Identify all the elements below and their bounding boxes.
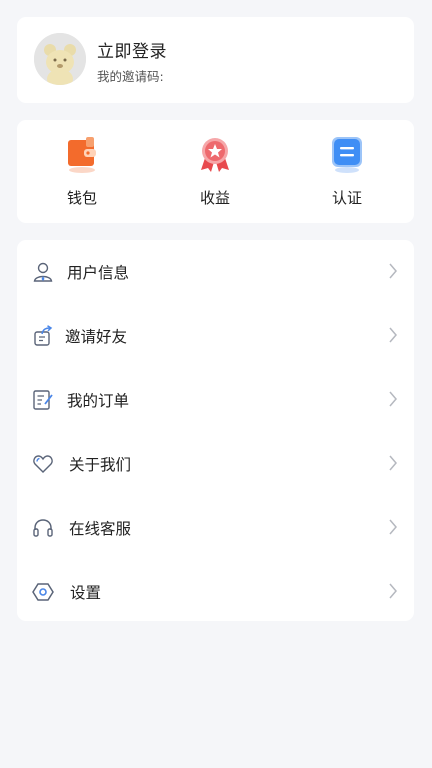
profile-card[interactable]: 立即登录 我的邀请码: [17, 17, 414, 103]
shortcut-certification[interactable]: 认证 [307, 136, 387, 212]
user-icon [33, 262, 53, 282]
chevron-right-icon [389, 455, 397, 471]
shortcut-label: 认证 [331, 189, 362, 207]
settings-icon [32, 583, 54, 601]
order-icon [33, 390, 53, 410]
menu-card: 用户信息 邀请好友 我的订单 关于我们 在线客服 设置 [17, 240, 414, 621]
certificate-icon [332, 137, 362, 173]
shortcut-label: 收益 [199, 189, 230, 207]
menu-label: 关于我们 [69, 456, 132, 474]
menu-label: 邀请好友 [65, 328, 128, 346]
wallet-icon [68, 137, 96, 173]
menu-label: 设置 [70, 584, 102, 602]
bear-avatar-icon [34, 33, 86, 85]
headset-icon [33, 519, 53, 537]
chevron-right-icon [389, 583, 397, 599]
menu-item-online-service[interactable]: 在线客服 [17, 496, 414, 560]
chevron-right-icon [389, 263, 397, 279]
avatar[interactable] [34, 33, 86, 85]
chevron-right-icon [389, 519, 397, 535]
menu-item-about-us[interactable]: 关于我们 [17, 432, 414, 496]
menu-item-invite-friends[interactable]: 邀请好友 [17, 304, 414, 368]
menu-item-settings[interactable]: 设置 [17, 560, 414, 624]
shortcut-label: 钱包 [66, 189, 97, 207]
shortcut-earnings[interactable]: 收益 [175, 136, 255, 212]
chevron-right-icon [389, 327, 397, 343]
menu-item-user-info[interactable]: 用户信息 [17, 240, 414, 304]
login-link[interactable]: 立即登录 [97, 37, 167, 62]
invite-code-label: 我的邀请码: [97, 69, 164, 84]
chevron-right-icon [389, 391, 397, 407]
share-icon [34, 325, 53, 346]
shortcuts-card: 钱包 收益 认证 [17, 120, 414, 223]
menu-item-my-orders[interactable]: 我的订单 [17, 368, 414, 432]
menu-label: 在线客服 [69, 520, 132, 538]
heart-icon [33, 455, 53, 473]
menu-label: 用户信息 [67, 264, 130, 282]
menu-label: 我的订单 [67, 392, 130, 410]
medal-icon [201, 138, 229, 172]
shortcut-wallet[interactable]: 钱包 [42, 136, 122, 212]
